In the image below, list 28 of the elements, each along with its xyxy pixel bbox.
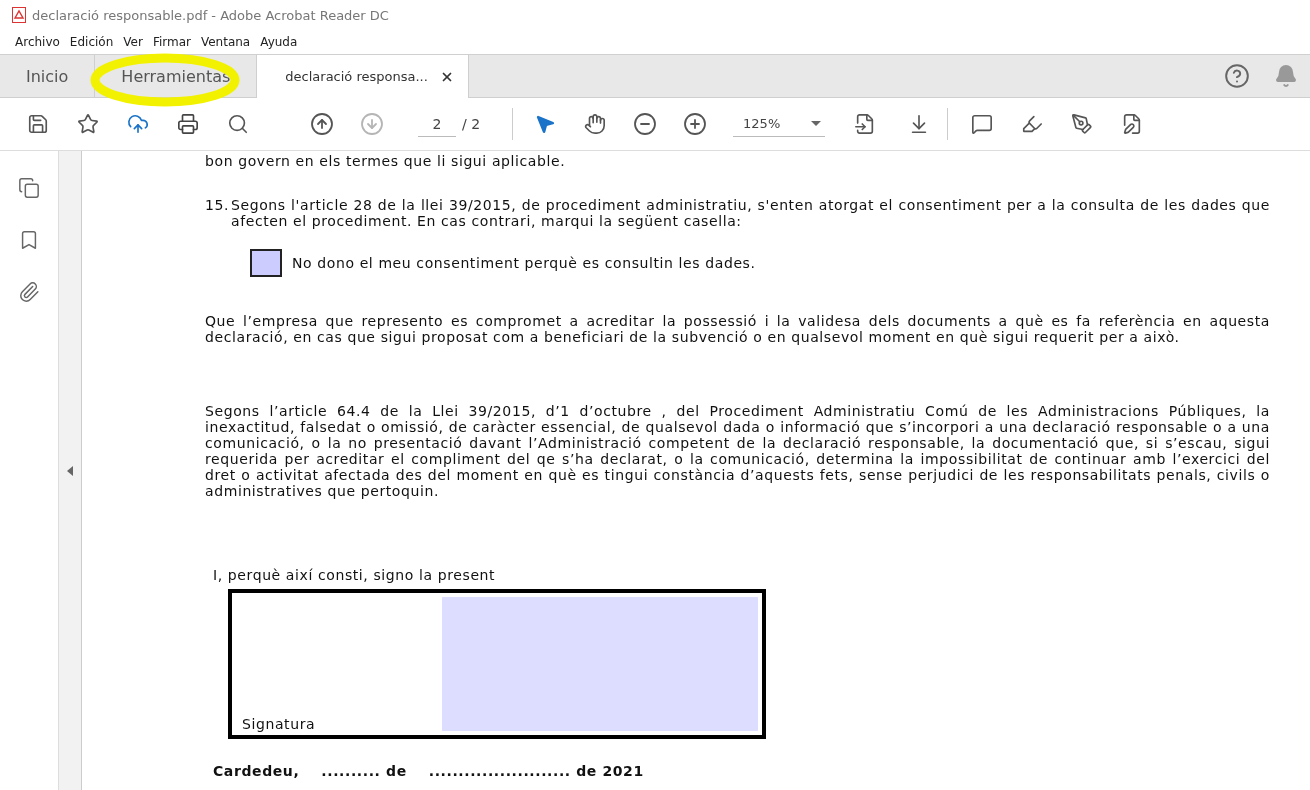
paperclip-icon[interactable] — [18, 281, 40, 303]
menu-item[interactable]: Firmar — [152, 35, 191, 49]
menu-item[interactable]: Ayuda — [260, 35, 298, 49]
signature-intro: I, perquè així consti, signo la present — [213, 567, 497, 583]
menu-item[interactable]: Archivo — [15, 35, 60, 49]
zoom-dropdown[interactable]: 125% — [733, 111, 826, 137]
page-total: / 2 — [462, 116, 481, 132]
pages-icon[interactable] — [18, 177, 40, 199]
item-number: 15. — [205, 197, 231, 215]
place-date-text: ........................ de 2021 — [428, 763, 644, 779]
menu-item[interactable]: Ventana — [200, 35, 251, 49]
paragraph: Que l’empresa que represento es compromet a acreditar la possessió i la validesa dels documents a què es fa referència en aquesta declaració, en cas que sigui proposat com a beneficiari de la subvenció o en qualsevol moment en què sigui requerit per a això. — [205, 313, 1270, 345]
pdf-file-icon — [12, 7, 26, 23]
place-date-text: Cardedeu, — [213, 763, 300, 779]
paragraph: bon govern en els termes que li sigui aplicable. — [205, 153, 567, 169]
collapse-icon[interactable] — [67, 465, 73, 476]
tab[interactable]: declaració responsa... — [257, 55, 469, 98]
checkbox[interactable] — [250, 249, 282, 277]
signature-label: Signatura — [242, 716, 316, 732]
checkbox-label: No dono el meu consentiment perquè es consultin les dades. — [292, 255, 756, 271]
signature-field[interactable] — [442, 597, 758, 731]
window-title: declaració responsable.pdf - Adobe Acrobat Reader DC — [32, 7, 389, 23]
menu-item[interactable]: Ver — [123, 35, 143, 49]
paragraph: Segons l’article 64.4 de la Llei 39/2015, d’1 d’octubre , del Procediment Administratiu Comú de les Administracions Públiques, la inexactitud, falsedat o omissió, de caràcter essencial, de qualsevol dada o informació que s’incorpori a una declaració responsable o a una comunicació, o la no presentació davant l’Administració competent de la declaració responsable, la documentació que, si s’escau, sigui requerida per acreditar el compliment del qe s’ha declarat, o la comunicació, determina la impossibilitat de continuar amb l’exercici del dret o activitat afectada des del moment en què es tingui constància d’aquests fets, sense perjudici de les responsabilitats penals, civils o administratives que pertoquin. — [205, 403, 1270, 499]
menu-item[interactable]: Edición — [69, 35, 114, 49]
paragraph: Segons l'article 28 de la llei 39/2015, de procediment administratiu, s'enten atorgat el consentiment per a la consulta de les dades que afecten el procediment. En cas contrari, marqui la següent casella: — [231, 197, 1270, 229]
place-date-text: .......... de — [321, 763, 407, 779]
help-icon[interactable] — [1224, 63, 1250, 89]
